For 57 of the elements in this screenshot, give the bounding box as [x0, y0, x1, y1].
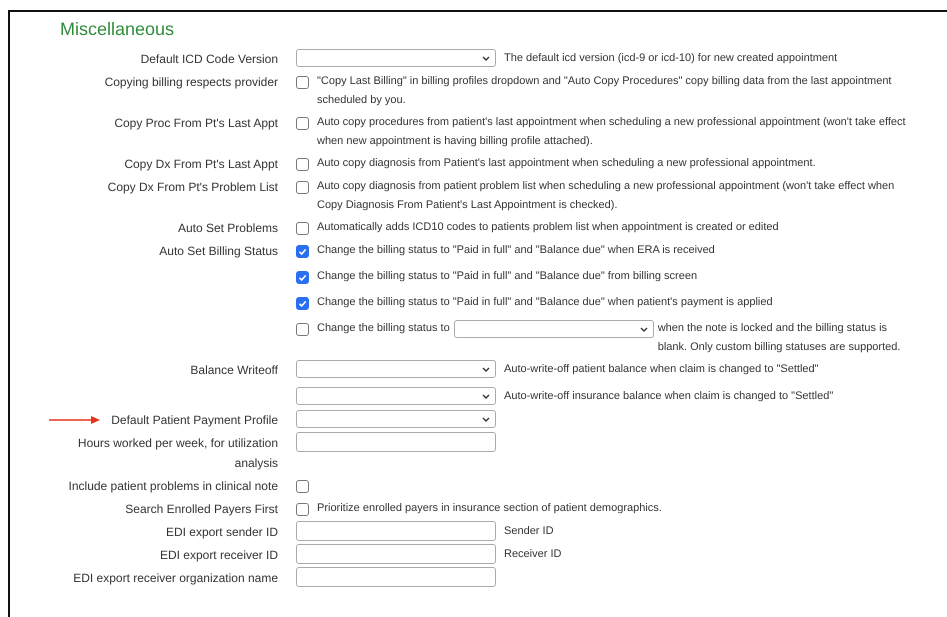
- help-text: The default icd version (icd-9 or icd-10) for new created appointment: [504, 52, 838, 64]
- option-text: Prioritize enrolled payers in insurance section of patient demographics.: [317, 501, 663, 516]
- checkbox[interactable]: [296, 222, 309, 235]
- input-field[interactable]: [296, 567, 496, 587]
- dropdown[interactable]: [296, 410, 496, 428]
- checkbox[interactable]: [296, 245, 309, 258]
- checkbox[interactable]: [296, 76, 309, 89]
- field-label: EDI export sender ID: [166, 524, 278, 541]
- field-label: Copying billing respects provider: [104, 74, 278, 91]
- checkbox[interactable]: [296, 503, 309, 516]
- caret-icon: [482, 394, 490, 398]
- field-label: Copy Dx From Pt's Problem List: [108, 179, 278, 196]
- dropdown[interactable]: [296, 49, 496, 67]
- field-hint-label: Receiver ID: [504, 548, 562, 560]
- dropdown[interactable]: [454, 320, 654, 338]
- field-hint-label: Sender ID: [504, 525, 554, 537]
- caret-icon: [640, 326, 648, 332]
- option-text: Change the billing status to "Paid in full" and "Balance due" when patient's payment is applied: [317, 295, 774, 310]
- input-field[interactable]: [296, 544, 496, 564]
- field-label: Balance Writeoff: [190, 362, 278, 379]
- field-label: Auto Set Problems: [178, 220, 278, 237]
- field-label: Default Patient Payment Profile: [111, 412, 278, 429]
- caret-icon: [482, 416, 490, 422]
- dropdown[interactable]: [296, 387, 496, 405]
- field-label: EDI export receiver organization name: [73, 570, 278, 587]
- checkbox[interactable]: [296, 271, 309, 284]
- field-label: Auto Set Billing Status: [159, 243, 278, 260]
- checkbox[interactable]: [296, 181, 309, 194]
- option-text: when the note is locked and the billing status is blank. Only custom billing statuses are supported.: [658, 321, 902, 355]
- dropdown[interactable]: [296, 360, 496, 378]
- option-text: Change the billing status to "Paid in full" and "Balance due" when ERA is received: [317, 243, 716, 258]
- option-text: Auto copy procedures from patient's last appointment when scheduling a new professional appointment (won't take effect when new appointment is having billing profile attached).: [317, 115, 907, 149]
- option-text: Auto copy diagnosis from Patient's last appointment when scheduling a new professional appointment.: [317, 156, 817, 171]
- input-field[interactable]: [296, 521, 496, 541]
- caret-icon: [482, 366, 490, 372]
- option-text: "Copy Last Billing" in billing profiles dropdown and "Auto Copy Procedures" copy billing data from the last appointment scheduled by you.: [317, 74, 892, 108]
- caret-icon: [482, 56, 490, 60]
- field-label: Include patient problems in clinical note: [68, 478, 278, 495]
- checkbox[interactable]: [296, 117, 309, 130]
- help-text: Auto-write-off patient balance when claim is changed to "Settled": [504, 363, 819, 375]
- checkbox[interactable]: [296, 297, 309, 310]
- checkbox[interactable]: [296, 480, 309, 493]
- section-title: Miscellaneous: [59, 18, 176, 41]
- option-text: Auto copy diagnosis from patient problem list when scheduling a new professional appointment (won't take effect when Copy Diagnosis From Patient's Last Appointment is checked).: [317, 179, 896, 213]
- option-text: Change the billing status to: [317, 321, 450, 336]
- field-label: EDI export receiver ID: [160, 547, 278, 564]
- checkbox[interactable]: [296, 323, 309, 336]
- checkbox[interactable]: [296, 158, 309, 171]
- help-text: Auto-write-off insurance balance when claim is changed to "Settled": [504, 390, 834, 402]
- field-label: Default ICD Code Version: [140, 51, 278, 68]
- input-field[interactable]: [296, 432, 496, 452]
- option-text: Automatically adds ICD10 codes to patients problem list when appointment is created or edited: [317, 220, 780, 235]
- field-label: Hours worked per week, for utilization analysis: [76, 435, 278, 472]
- field-label: Copy Dx From Pt's Last Appt: [124, 156, 278, 173]
- option-text: Change the billing status to "Paid in full" and "Balance due" from billing screen: [317, 269, 698, 284]
- field-label: Copy Proc From Pt's Last Appt: [114, 115, 278, 132]
- field-label: Search Enrolled Payers First: [125, 501, 278, 518]
